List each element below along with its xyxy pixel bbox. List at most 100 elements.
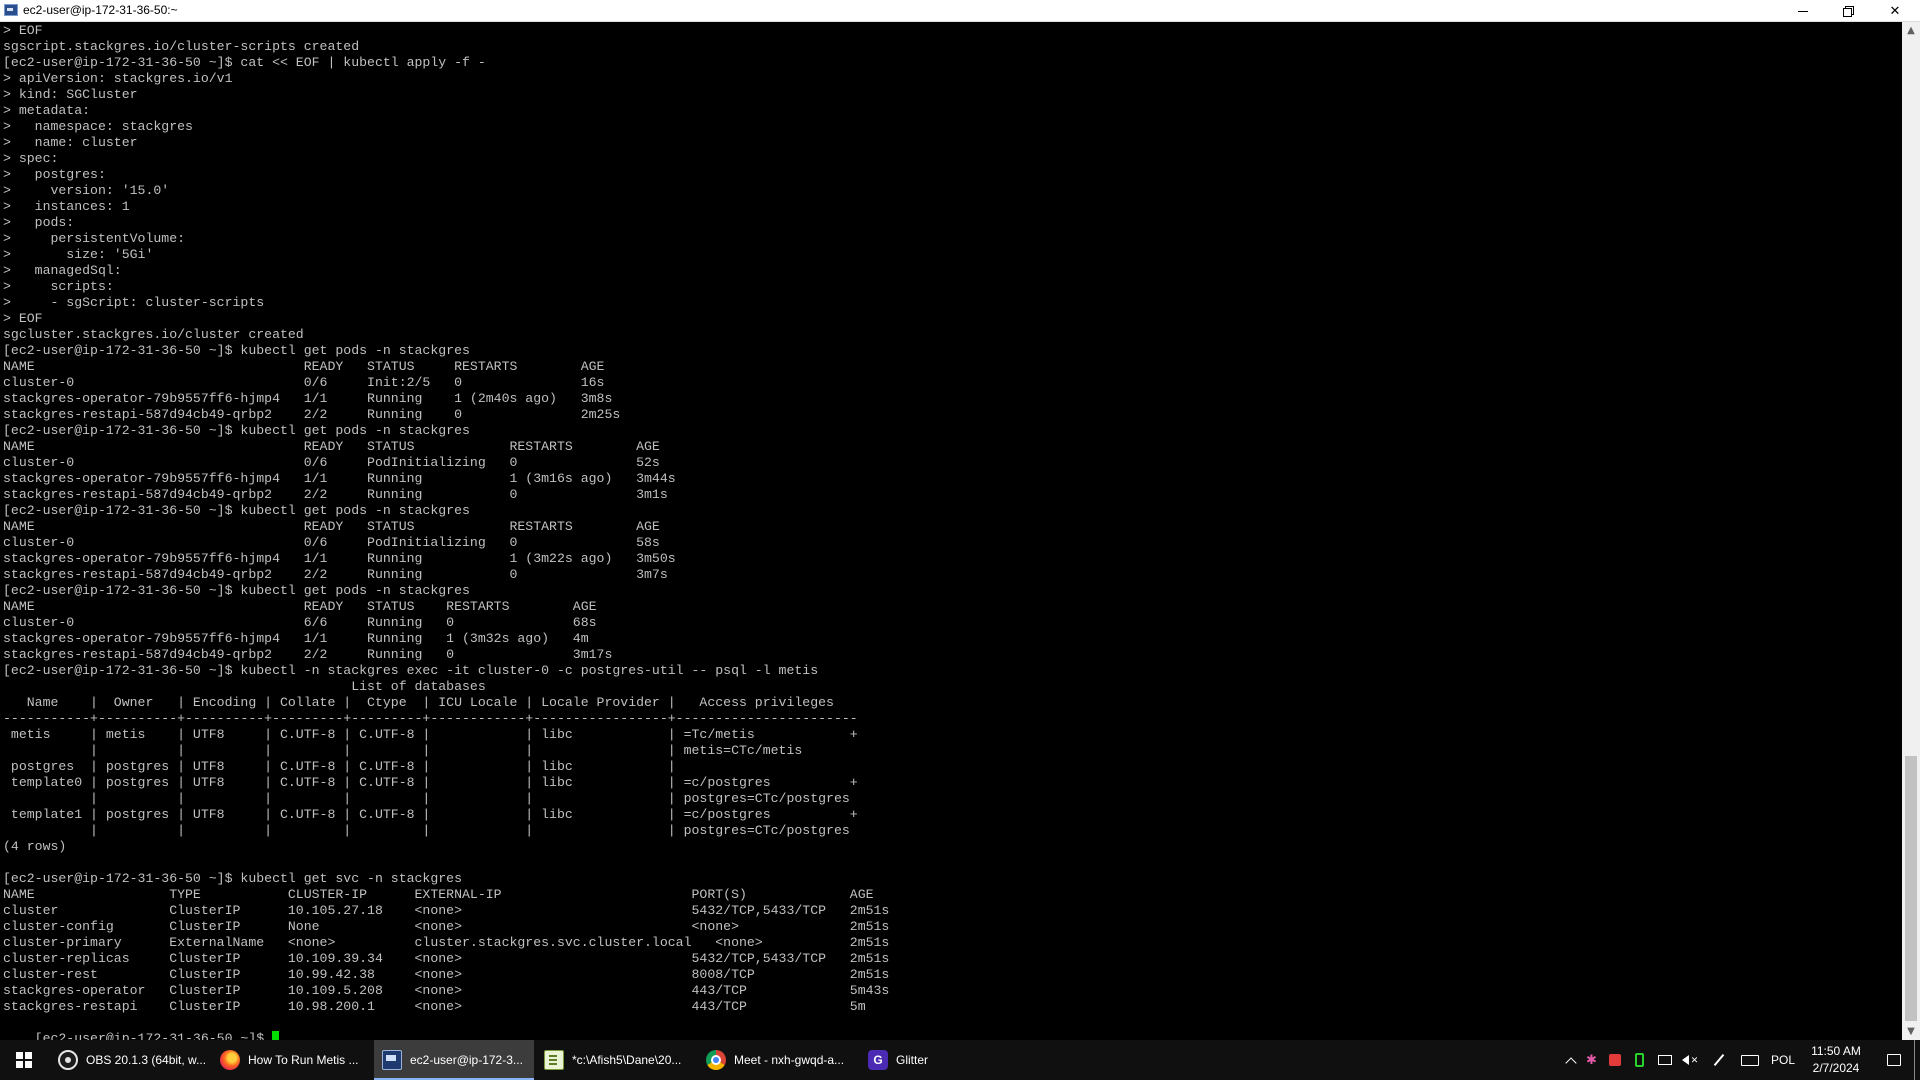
terminal-line: > EOF xyxy=(3,23,43,38)
minimize-button[interactable] xyxy=(1780,0,1826,22)
terminal-line: > name: cluster xyxy=(3,135,138,150)
taskbar-item-label: ec2-user@ip-172-3... xyxy=(410,1053,523,1067)
window-title: ec2-user@ip-172-31-36-50:~ xyxy=(23,3,178,17)
terminal-line: stackgres-restapi-587d94cb49-qrbp2 2/2 R… xyxy=(3,407,621,422)
terminal-line: > postgres: xyxy=(3,167,106,182)
network-button[interactable] xyxy=(1654,1040,1676,1080)
pen-icon xyxy=(1713,1053,1725,1067)
terminal-scrollbar[interactable]: ▲ ▼ xyxy=(1902,22,1920,1040)
scrollbar-thumb[interactable] xyxy=(1905,756,1917,1021)
terminal-line: [ec2-user@ip-172-31-36-50 ~]$ kubectl ge… xyxy=(3,503,470,518)
taskbar-item-label: Glitter xyxy=(896,1053,929,1067)
terminal-line: NAME READY STATUS RESTARTS AGE xyxy=(3,439,660,454)
terminal-line: cluster-0 0/6 Init:2/5 0 16s xyxy=(3,375,605,390)
terminal-line: stackgres-operator-79b9557ff6-hjmp4 1/1 … xyxy=(3,471,676,486)
chevron-up-icon xyxy=(1565,1056,1577,1069)
scroll-down-arrow-icon[interactable]: ▼ xyxy=(1902,1023,1920,1040)
start-button[interactable] xyxy=(0,1040,48,1080)
terminal-line: [ec2-user@ip-172-31-36-50 ~]$ kubectl ge… xyxy=(3,423,470,438)
taskbar-item-notepad[interactable]: *c:\Afish5\Dane\20... xyxy=(536,1040,696,1080)
clock-date: 2/7/2024 xyxy=(1812,1061,1860,1075)
taskbar-item-glitter[interactable]: Glitter xyxy=(860,1040,1010,1080)
putty-app-icon[interactable] xyxy=(4,4,18,16)
taskbar-item-label: Meet - nxh-gwqd-a... xyxy=(734,1053,845,1067)
close-button[interactable]: ✕ xyxy=(1872,0,1918,22)
terminal-line: cluster-rest ClusterIP 10.99.42.38 <none… xyxy=(3,967,890,982)
pen-workspace-button[interactable] xyxy=(1710,1040,1728,1080)
terminal-line: stackgres-restapi-587d94cb49-qrbp2 2/2 R… xyxy=(3,647,613,662)
restore-icon xyxy=(1843,6,1854,17)
terminal-line: > spec: xyxy=(3,151,59,166)
terminal-line: > kind: SGCluster xyxy=(3,87,138,102)
terminal-line: > pods: xyxy=(3,215,75,230)
terminal-line: template0 | postgres | UTF8 | C.UTF-8 | … xyxy=(3,775,858,790)
window-title-bar[interactable]: ec2-user@ip-172-31-36-50:~ ✕ xyxy=(0,0,1920,22)
taskbar-clock[interactable]: 11:50 AM 2/7/2024 xyxy=(1796,1043,1876,1079)
touch-keyboard-button[interactable] xyxy=(1738,1040,1762,1080)
putty-icon xyxy=(382,1050,402,1070)
terminal-line: stackgres-restapi-587d94cb49-qrbp2 2/2 R… xyxy=(3,567,668,582)
terminal-output: > EOF sgscript.stackgres.io/cluster-scrip… xyxy=(0,23,1900,1015)
terminal-line: cluster-config ClusterIP None <none> <no… xyxy=(3,919,890,934)
close-icon: ✕ xyxy=(1889,3,1901,19)
taskbar-item-label: *c:\Afish5\Dane\20... xyxy=(572,1053,682,1067)
input-language-button[interactable]: POL xyxy=(1768,1040,1798,1080)
show-desktop-button[interactable] xyxy=(1914,1040,1915,1080)
volume-muted-icon xyxy=(1681,1055,1689,1065)
terminal-line: | | | | | | | metis=CTc/metis xyxy=(3,743,803,758)
tray-recording-icon-button[interactable] xyxy=(1606,1040,1624,1080)
clock-time: 11:50 AM xyxy=(1811,1044,1861,1058)
terminal-line: > apiVersion: stackgres.io/v1 xyxy=(3,71,233,86)
minimize-icon xyxy=(1798,10,1808,12)
taskbar-item-obs[interactable]: OBS 20.1.3 (64bit, w... xyxy=(50,1040,210,1080)
terminal-line: metis | metis | UTF8 | C.UTF-8 | C.UTF-8… xyxy=(3,727,858,742)
mute-x-icon: ✕ xyxy=(1690,1054,1699,1065)
chrome-icon xyxy=(706,1050,726,1070)
scroll-up-arrow-icon[interactable]: ▲ xyxy=(1902,22,1920,39)
terminal-line: cluster-primary ExternalName <none> clus… xyxy=(3,935,890,950)
terminal-prompt-line[interactable]: [ec2-user@ip-172-31-36-50 ~]$ xyxy=(0,1015,1900,1043)
terminal-line: cluster ClusterIP 10.105.27.18 <none> 54… xyxy=(3,903,890,918)
terminal-line: NAME TYPE CLUSTER-IP EXTERNAL-IP PORT(S)… xyxy=(3,887,874,902)
tray-app-icon[interactable]: ✱ xyxy=(1584,1040,1602,1080)
tray-battery-icon-button[interactable] xyxy=(1630,1040,1648,1080)
taskbar-item-chrome[interactable]: Meet - nxh-gwqd-a... xyxy=(698,1040,858,1080)
terminal-line: stackgres-operator ClusterIP 10.109.5.20… xyxy=(3,983,890,998)
terminal-line: NAME READY STATUS RESTARTS AGE xyxy=(3,599,597,614)
notification-icon xyxy=(1887,1054,1901,1066)
terminal-line: sgcluster.stackgres.io/cluster created xyxy=(3,327,304,342)
action-center-button[interactable] xyxy=(1880,1040,1908,1080)
network-share-icon: ✱ xyxy=(1586,1052,1597,1067)
windows-taskbar: OBS 20.1.3 (64bit, w... How To Run Metis… xyxy=(0,1040,1920,1080)
show-hidden-icons-button[interactable] xyxy=(1562,1040,1580,1080)
terminal-line: postgres | postgres | UTF8 | C.UTF-8 | C… xyxy=(3,759,676,774)
taskbar-item-putty[interactable]: ec2-user@ip-172-3... xyxy=(374,1040,534,1080)
terminal-line: stackgres-operator-79b9557ff6-hjmp4 1/1 … xyxy=(3,391,613,406)
terminal-line: cluster-replicas ClusterIP 10.109.39.34 … xyxy=(3,951,890,966)
terminal-line: stackgres-restapi ClusterIP 10.98.200.1 … xyxy=(3,999,866,1014)
notepad-icon xyxy=(544,1050,564,1070)
terminal-line: [ec2-user@ip-172-31-36-50 ~]$ cat << EOF… xyxy=(3,55,486,70)
terminal-line: cluster-0 0/6 PodInitializing 0 58s xyxy=(3,535,660,550)
terminal-line: [ec2-user@ip-172-31-36-50 ~]$ kubectl ge… xyxy=(3,871,462,886)
taskbar-item-label: How To Run Metis ... xyxy=(248,1053,359,1067)
taskbar-item-firefox[interactable]: How To Run Metis ... xyxy=(212,1040,372,1080)
firefox-icon xyxy=(220,1050,240,1070)
windows-logo-icon xyxy=(16,1052,32,1068)
volume-button[interactable]: ✕ xyxy=(1680,1040,1700,1080)
terminal-line: NAME READY STATUS RESTARTS AGE xyxy=(3,359,605,374)
terminal-line: stackgres-operator-79b9557ff6-hjmp4 1/1 … xyxy=(3,551,676,566)
terminal-line: template1 | postgres | UTF8 | C.UTF-8 | … xyxy=(3,807,858,822)
terminal-line: > persistentVolume: xyxy=(3,231,186,246)
terminal-line: (4 rows) xyxy=(3,839,67,854)
terminal-window[interactable]: > EOF sgscript.stackgres.io/cluster-scrip… xyxy=(0,23,1900,1043)
terminal-line: Name | Owner | Encoding | Collate | Ctyp… xyxy=(3,695,834,710)
language-indicator: POL xyxy=(1770,1053,1795,1067)
terminal-line: cluster-0 6/6 Running 0 68s xyxy=(3,615,597,630)
terminal-line: List of databases xyxy=(3,679,486,694)
glitter-icon xyxy=(868,1050,888,1070)
terminal-line: > instances: 1 xyxy=(3,199,130,214)
terminal-line: | | | | | | | postgres=CTc/postgres xyxy=(3,823,850,838)
restore-button[interactable] xyxy=(1825,0,1871,22)
